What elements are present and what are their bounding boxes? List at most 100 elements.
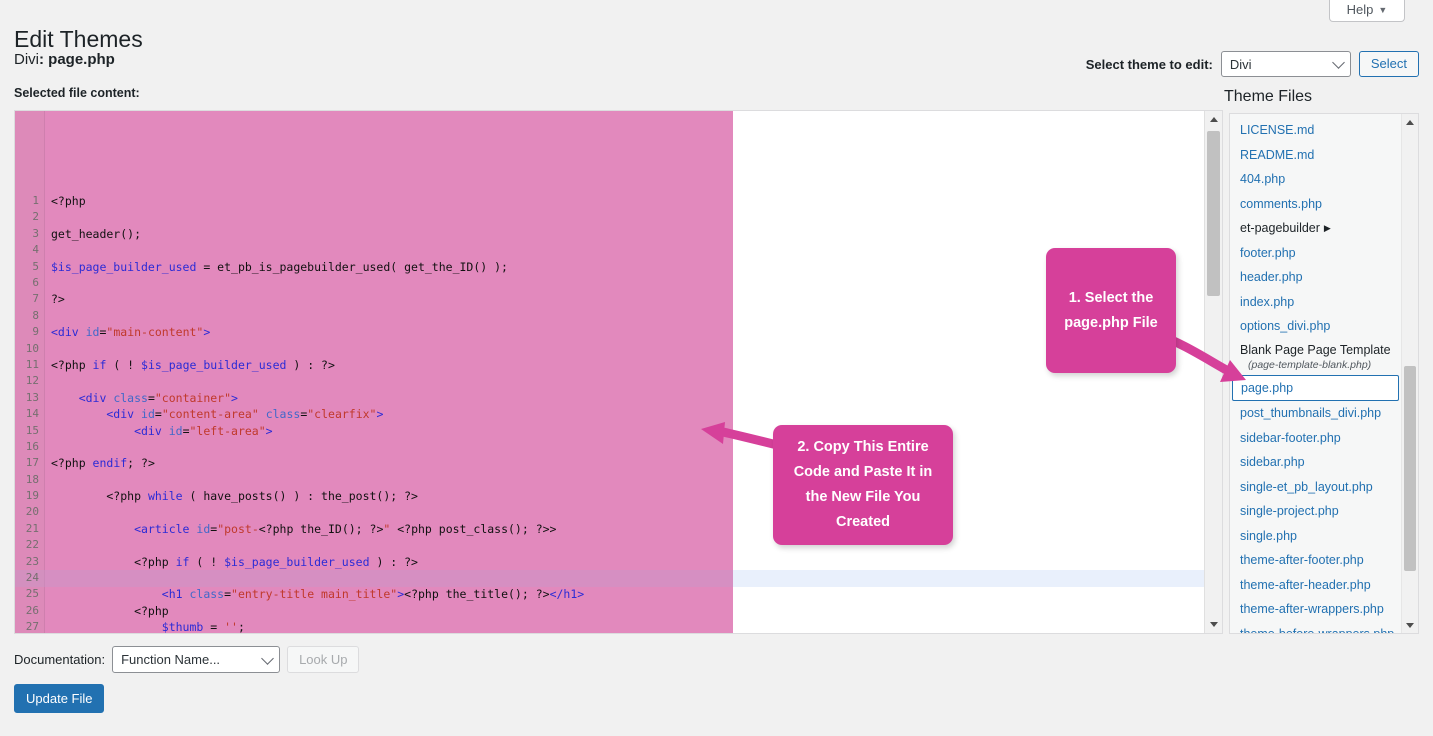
theme-select-dropdown[interactable]: Divi xyxy=(1220,51,1351,77)
code-token: id xyxy=(85,325,100,340)
line-number: 7 xyxy=(32,292,39,306)
code-line-text: <?php xyxy=(45,193,86,209)
file-list-item[interactable]: 404.php xyxy=(1230,167,1401,192)
file-list-item[interactable]: LICENSE.md xyxy=(1230,118,1401,143)
code-content[interactable]: 1 <?php 2 3 get_header(); 4 5 $is_page_builder_… xyxy=(15,111,1204,633)
update-file-button[interactable]: Update File xyxy=(14,684,105,713)
file-list-item[interactable]: index.php xyxy=(1230,290,1401,315)
file-list-item[interactable]: theme-after-header.php xyxy=(1230,573,1401,598)
code-token: <?php xyxy=(51,554,176,569)
documentation-dropdown[interactable]: Function Name... xyxy=(112,646,281,673)
editor-scrollbar-thumb[interactable] xyxy=(1207,131,1220,296)
scroll-up-arrow-icon[interactable] xyxy=(1205,111,1222,128)
code-line-text: get_header(); xyxy=(45,226,141,242)
file-list-item[interactable]: options_divi.php xyxy=(1230,314,1401,339)
code-editor-viewport[interactable]: 1 <?php 2 3 get_header(); 4 5 $is_page_builder_… xyxy=(15,111,1204,633)
code-token: ( ! xyxy=(106,357,142,372)
chevron-down-icon xyxy=(261,651,274,665)
code-token: '' xyxy=(224,620,238,633)
code-token: > xyxy=(231,390,238,405)
code-token: ; xyxy=(237,620,245,633)
theme-files-list[interactable]: LICENSE.md README.md 404.php comments.php et… xyxy=(1230,114,1401,633)
file-list-item[interactable]: Blank Page Page Template xyxy=(1230,339,1401,359)
line-number: 21 xyxy=(25,521,39,535)
code-token: if xyxy=(175,554,190,569)
line-number: 3 xyxy=(32,226,39,240)
code-token: "content-area" xyxy=(161,407,259,422)
callout-2-line-4: Created xyxy=(836,514,890,530)
code-token: "left-area" xyxy=(189,423,266,438)
active-line-highlight-selected xyxy=(15,570,733,587)
code-token: ) : ?> xyxy=(369,554,418,569)
theme-files-scrollbar[interactable] xyxy=(1401,114,1418,633)
code-token: class xyxy=(189,587,225,602)
line-number: 1 xyxy=(32,194,39,208)
code-token: = xyxy=(182,423,190,438)
line-number: 26 xyxy=(25,603,39,617)
code-editor[interactable]: 1 <?php 2 3 get_header(); 4 5 $is_page_builder_… xyxy=(14,110,1223,634)
code-token: </h1> xyxy=(549,587,585,602)
callout-2-line-2: Code and Paste It in xyxy=(793,464,933,480)
help-tab-label: Help xyxy=(1346,2,1374,17)
code-token: ; ?> xyxy=(127,456,155,471)
select-theme-button[interactable]: Select xyxy=(1358,51,1419,77)
code-token: $thumb xyxy=(161,620,204,633)
code-token: = xyxy=(203,620,225,633)
file-list-item[interactable]: single-project.php xyxy=(1230,499,1401,524)
editor-scrollbar[interactable] xyxy=(1204,111,1222,633)
chevron-down-icon: ▼ xyxy=(1378,5,1388,15)
file-list-item-subtitle: (page-template-blank.php) xyxy=(1248,358,1372,371)
scroll-down-arrow-icon[interactable] xyxy=(1402,617,1418,633)
code-token: <?php xyxy=(51,489,148,504)
file-list-item[interactable]: single.php xyxy=(1230,524,1401,549)
theme-files-scrollbar-thumb[interactable] xyxy=(1404,366,1416,571)
callout-1-line-1: 1. Select the xyxy=(1068,289,1154,306)
code-line-text: ?> xyxy=(45,291,65,307)
file-list-item-selected[interactable]: page.php xyxy=(1232,374,1399,401)
selected-file-content-label: Selected file content: xyxy=(14,86,140,100)
scroll-up-arrow-icon[interactable] xyxy=(1402,114,1418,130)
line-number: 18 xyxy=(25,472,39,486)
file-heading-theme: Divi xyxy=(14,51,39,68)
code-line-text: <article id="post-<?php the_ID(); ?>" <?… xyxy=(45,521,556,537)
callout-2-line-1: 2. Copy This Entire xyxy=(797,439,929,455)
code-line-text: $is_page_builder_used = et_pb_is_pagebui… xyxy=(45,259,508,275)
file-list-item[interactable]: theme-after-wrappers.php xyxy=(1230,597,1401,622)
line-number: 25 xyxy=(25,587,39,601)
scroll-down-arrow-icon[interactable] xyxy=(1205,616,1222,633)
look-up-button[interactable]: Look Up xyxy=(287,646,360,673)
code-token: <div xyxy=(51,407,142,422)
file-list-item[interactable]: sidebar.php xyxy=(1230,450,1401,475)
file-list-item[interactable]: theme-before-wrappers.php xyxy=(1230,622,1401,634)
file-list-item[interactable]: README.md xyxy=(1230,143,1401,168)
code-token: <h1 xyxy=(51,587,190,602)
file-list-item[interactable]: comments.php xyxy=(1230,192,1401,217)
line-number: 6 xyxy=(32,275,39,289)
line-number: 5 xyxy=(32,259,39,273)
line-number: 2 xyxy=(32,210,39,224)
code-token: "container" xyxy=(154,390,232,405)
file-list-item[interactable]: footer.php xyxy=(1230,241,1401,266)
code-token: <?php xyxy=(51,456,93,471)
file-list-item[interactable]: post_thumbnails_divi.php xyxy=(1230,401,1401,426)
code-token: ) : ?> xyxy=(286,357,335,372)
line-number: 24 xyxy=(25,571,39,585)
chevron-right-icon: ▶ xyxy=(1323,223,1331,233)
file-list-item[interactable]: theme-after-footer.php xyxy=(1230,548,1401,573)
file-list-item[interactable]: header.php xyxy=(1230,265,1401,290)
line-number: 14 xyxy=(25,407,39,421)
callout-copy-code: 2. Copy This Entire Code and Paste It in… xyxy=(773,425,953,545)
code-token: = et_pb_is_pagebuilder_used( get_the_ID(… xyxy=(196,259,508,274)
code-line-text: <div id="left-area"> xyxy=(45,423,273,439)
file-list-item[interactable]: single-et_pb_layout.php xyxy=(1230,475,1401,500)
file-list-item[interactable]: et-pagebuilder ▶ xyxy=(1230,216,1401,241)
line-number: 20 xyxy=(25,505,39,519)
code-token: ( ! xyxy=(189,554,225,569)
help-tab[interactable]: Help ▼ xyxy=(1329,0,1405,22)
file-list-item[interactable]: sidebar-footer.php xyxy=(1230,426,1401,451)
line-number: 15 xyxy=(25,423,39,437)
code-line-text: <div class="container"> xyxy=(45,390,238,406)
line-number: 10 xyxy=(25,341,39,355)
theme-files-panel[interactable]: LICENSE.md README.md 404.php comments.php et… xyxy=(1229,113,1419,634)
